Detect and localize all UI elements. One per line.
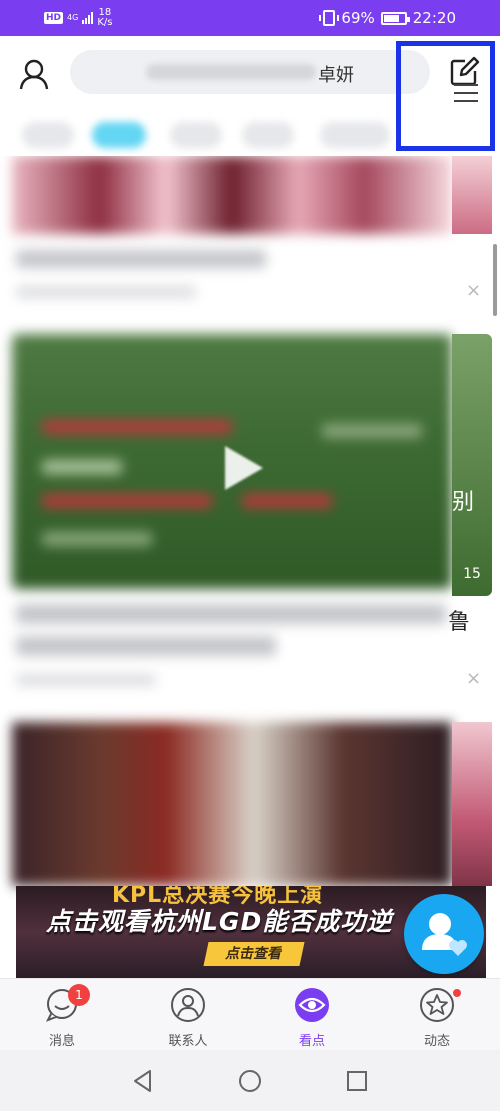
status-right: 69% 22:20 — [319, 9, 456, 27]
article-title-blurred[interactable] — [16, 250, 266, 268]
recents-icon[interactable] — [344, 1068, 370, 1094]
signal-icon — [82, 12, 94, 24]
network-type: 4G — [67, 13, 79, 22]
vibrate-icon — [319, 10, 340, 26]
article-title-blurred[interactable] — [16, 636, 276, 656]
nav-label: 看点 — [298, 1034, 325, 1049]
peek-text: 别 — [452, 490, 475, 515]
friends-float-button[interactable] — [404, 894, 484, 974]
battery-percent: 69% — [341, 9, 375, 27]
clock: 22:20 — [412, 9, 456, 27]
side-thumbnail — [452, 156, 492, 234]
contacts-icon — [171, 988, 205, 1022]
star-icon — [420, 988, 454, 1022]
eye-icon — [295, 988, 329, 1022]
peek-text: 鲁 — [448, 610, 471, 635]
banner-headline: 点击观看杭州LGD能否成功逆 — [46, 907, 393, 936]
tab-pill[interactable] — [22, 122, 74, 148]
scrollbar[interactable] — [493, 244, 497, 316]
nav-label: 联系人 — [168, 1034, 208, 1049]
nav-label: 消息 — [48, 1034, 75, 1049]
battery-icon — [380, 11, 410, 25]
video-duration: 15 — [463, 566, 481, 582]
network-speed: 18 K/s — [97, 8, 112, 28]
nav-updates[interactable]: 动态 — [397, 987, 477, 1049]
hd-badge: HD — [44, 12, 64, 24]
tab-pill[interactable] — [170, 122, 222, 148]
search-bar[interactable]: 卓妍 — [70, 50, 430, 94]
nav-messages[interactable]: 1 消息 — [22, 984, 102, 1049]
nav-label: 动态 — [423, 1034, 450, 1049]
article-photo[interactable] — [12, 722, 452, 886]
friends-icon — [422, 913, 467, 956]
news-feed[interactable]: × 别 15 鲁 × — [0, 156, 500, 980]
play-icon[interactable] — [225, 446, 263, 490]
speed-unit: K/s — [97, 17, 113, 28]
tab-pill-active[interactable] — [92, 122, 146, 148]
thumbnail-strip[interactable] — [12, 156, 452, 234]
article-title-blurred[interactable] — [16, 604, 446, 624]
side-video-thumbnail: 别 — [452, 334, 492, 596]
back-icon[interactable] — [130, 1068, 156, 1094]
unread-badge: 1 — [68, 984, 90, 1006]
system-nav — [0, 1050, 500, 1111]
article-meta-blurred — [16, 286, 196, 298]
user-icon[interactable] — [16, 56, 52, 92]
article-meta-blurred — [16, 674, 156, 686]
nav-contacts[interactable]: 联系人 — [148, 987, 228, 1049]
nav-kandian[interactable]: 看点 — [272, 987, 352, 1049]
tab-pill[interactable] — [242, 122, 294, 148]
search-placeholder-blurred — [146, 64, 316, 80]
status-bar: HD 4G 18 K/s 69% 22:20 — [0, 0, 500, 36]
bottom-nav: 1 消息 联系人 看点 动态 — [0, 978, 500, 1050]
banner-view-button[interactable]: 点击查看 — [203, 942, 305, 966]
notification-dot — [453, 989, 461, 997]
dismiss-icon[interactable]: × — [466, 280, 481, 301]
status-left: HD 4G 18 K/s — [44, 8, 112, 28]
search-keyword: 卓妍 — [318, 65, 354, 86]
home-icon[interactable] — [237, 1068, 263, 1094]
category-tabs[interactable] — [10, 114, 450, 154]
dismiss-icon[interactable]: × — [466, 668, 481, 689]
side-thumbnail — [452, 722, 492, 886]
tab-pill[interactable] — [320, 122, 390, 148]
